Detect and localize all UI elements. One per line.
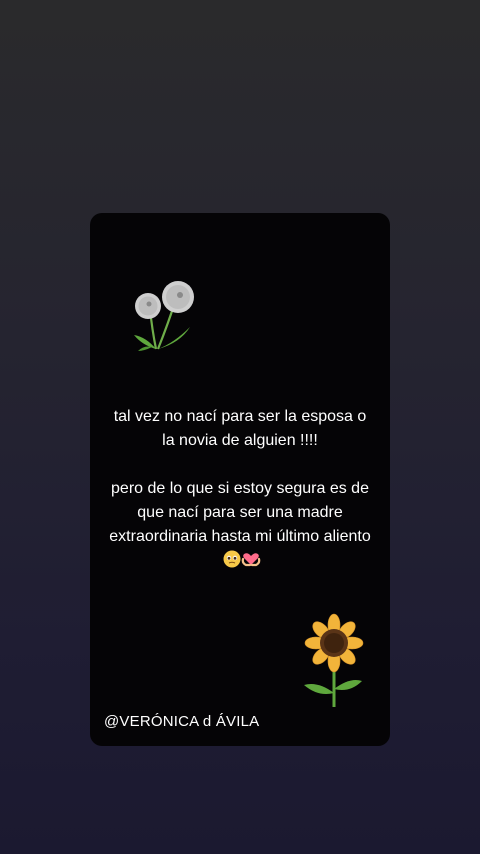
sunflower-icon bbox=[304, 613, 364, 707]
story-card: tal vez no nací para ser la esposa o la … bbox=[90, 213, 390, 746]
emoji-group bbox=[223, 550, 261, 576]
message-paragraph-2-text: pero de lo que si estoy segura es de que… bbox=[109, 480, 371, 545]
message-paragraph-1: tal vez no nací para ser la esposa o la … bbox=[113, 408, 367, 449]
dandelion-icon bbox=[134, 281, 194, 351]
message-paragraph-2: pero de lo que si estoy segura es de que… bbox=[108, 477, 372, 576]
heart-hands-icon bbox=[241, 553, 261, 567]
pleading-face-icon bbox=[223, 550, 241, 568]
story-message: tal vez no nací para ser la esposa o la … bbox=[108, 405, 372, 576]
author-signature: @VERÓNICA d ÁVILA bbox=[104, 713, 260, 730]
